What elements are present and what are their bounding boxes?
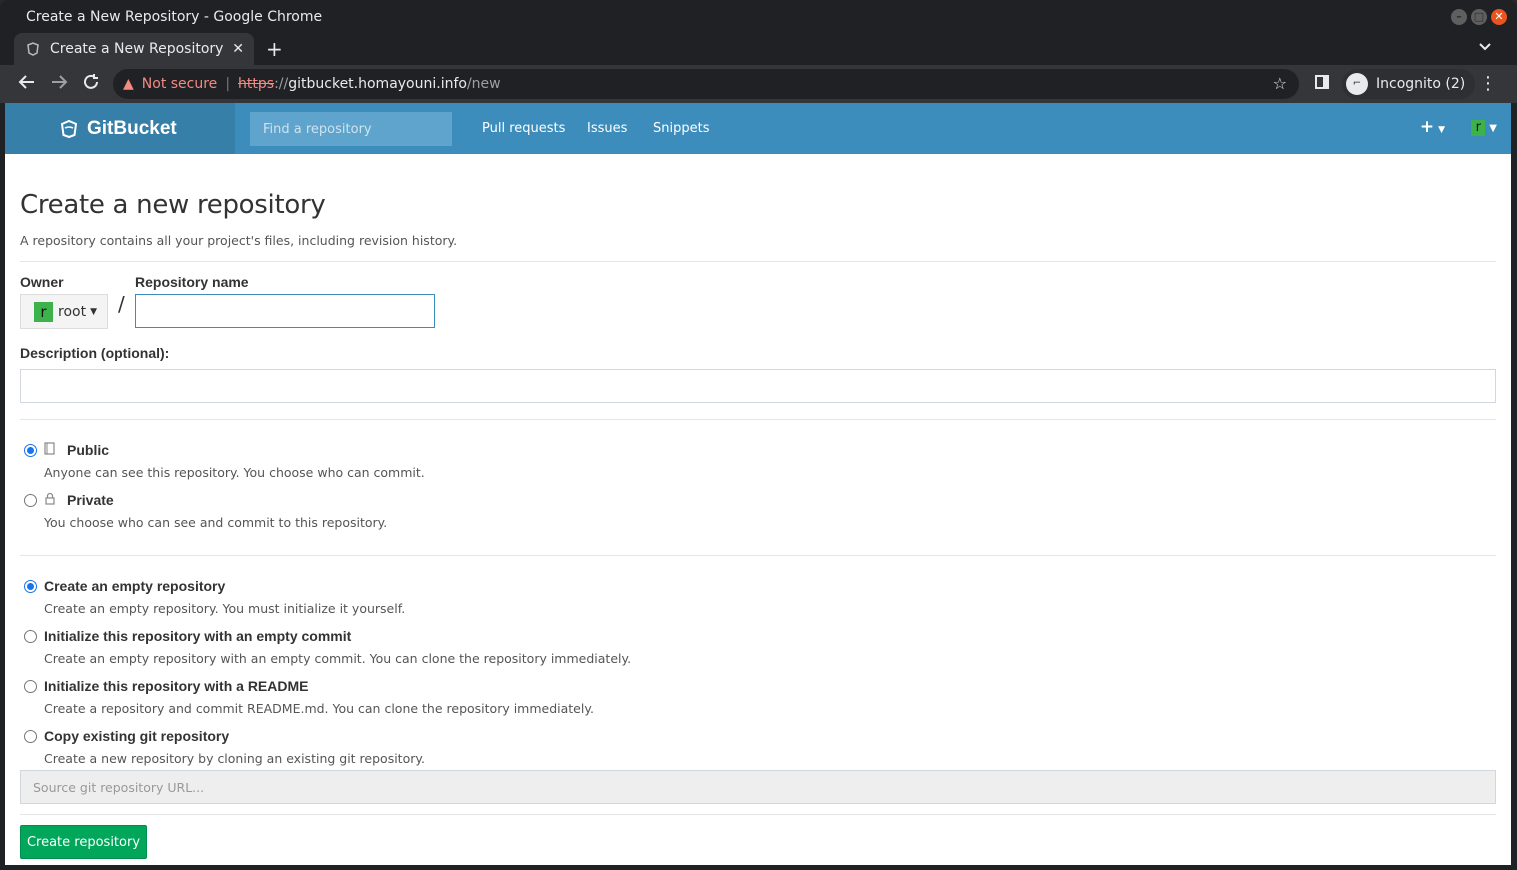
book-icon — [44, 442, 57, 458]
owner-avatar: r — [34, 301, 53, 322]
initialize-options: Create an empty repository Create an emp… — [20, 576, 1496, 771]
url-host: gitbucket.homayouni.info — [288, 76, 467, 92]
owner-name: root — [58, 303, 87, 320]
owner-repo-row: Owner Repository name r root ▼ / — [20, 262, 1496, 342]
init-option-empty-commit[interactable]: Initialize this repository with an empty… — [20, 626, 1496, 646]
init-option-copy[interactable]: Copy existing git repository — [20, 726, 1496, 746]
visibility-options: Public Anyone can see this repository. Y… — [20, 440, 1496, 535]
page-title: Create a new repository — [20, 190, 326, 220]
gitbucket-logo-icon — [59, 119, 79, 139]
page-subtitle: A repository contains all your project's… — [20, 233, 458, 248]
public-radio[interactable] — [24, 443, 37, 457]
create-repository-button[interactable]: Create repository — [20, 825, 147, 859]
back-arrow-icon[interactable] — [18, 73, 36, 96]
init-option-readme[interactable]: Initialize this repository with a README — [20, 676, 1496, 696]
url-scheme: https — [238, 76, 275, 92]
plus-icon: + — [1419, 117, 1435, 137]
init-empty-title: Create an empty repository — [44, 578, 226, 594]
init-empty-commit-title: Initialize this repository with an empty… — [44, 628, 352, 644]
description-input[interactable] — [20, 369, 1496, 403]
omnibox-separator: | — [225, 76, 231, 92]
incognito-label: Incognito (2) — [1376, 76, 1466, 92]
side-panel-icon[interactable] — [1315, 75, 1329, 89]
init-empty-commit-description: Create an empty repository with an empty… — [44, 651, 632, 666]
tab-title: Create a New Repository — [50, 41, 224, 57]
brand-name: GitBucket — [87, 117, 177, 139]
brand-logo-link[interactable]: GitBucket — [5, 103, 235, 154]
init-empty-radio[interactable] — [24, 579, 37, 593]
divider — [20, 419, 1496, 420]
repository-name-label: Repository name — [135, 274, 249, 290]
page-viewport: GitBucket Pull requests Issues Snippets … — [5, 103, 1511, 865]
visibility-private-option[interactable]: Private — [20, 490, 1496, 510]
browser-menu-icon[interactable]: ⋮ — [1479, 73, 1497, 94]
private-radio[interactable] — [24, 493, 37, 507]
user-menu-dropdown[interactable]: r ▼ — [1471, 120, 1497, 136]
maximize-button[interactable]: □ — [1471, 9, 1487, 25]
window-title: Create a New Repository - Google Chrome — [26, 8, 323, 25]
owner-label: Owner — [20, 274, 64, 290]
lock-icon — [44, 492, 57, 508]
tab-search-chevron-icon[interactable] — [1479, 39, 1491, 55]
caret-down-icon: ▼ — [90, 306, 97, 317]
bookmark-star-icon[interactable]: ☆ — [1273, 74, 1287, 93]
close-window-button[interactable]: ✕ — [1491, 9, 1507, 25]
divider — [20, 555, 1496, 556]
main-content: Create a new repository A repository con… — [5, 190, 1511, 859]
window-titlebar: Create a New Repository - Google Chrome … — [0, 0, 1517, 33]
init-copy-radio[interactable] — [24, 729, 37, 743]
init-option-empty[interactable]: Create an empty repository — [20, 576, 1496, 596]
gitbucket-navbar: GitBucket Pull requests Issues Snippets … — [5, 103, 1511, 154]
init-readme-description: Create a repository and commit README.md… — [44, 701, 594, 716]
init-copy-title: Copy existing git repository — [44, 728, 230, 744]
reload-icon[interactable] — [82, 73, 100, 96]
public-description: Anyone can see this repository. You choo… — [44, 465, 425, 480]
source-repository-url-input[interactable] — [20, 770, 1496, 804]
incognito-icon: ⌐ — [1346, 73, 1368, 95]
init-empty-description: Create an empty repository. You must ini… — [44, 601, 406, 616]
init-readme-title: Initialize this repository with a README — [44, 678, 309, 694]
tab-close-icon[interactable]: ✕ — [232, 41, 244, 57]
find-repository-input[interactable] — [250, 112, 452, 146]
visibility-public-option[interactable]: Public — [20, 440, 1496, 460]
incognito-indicator[interactable]: ⌐ Incognito (2) — [1342, 69, 1476, 99]
new-tab-icon[interactable]: + — [266, 37, 283, 61]
init-empty-commit-radio[interactable] — [24, 629, 37, 643]
nav-pull-requests-link[interactable]: Pull requests — [482, 121, 565, 136]
description-label: Description (optional): — [20, 345, 170, 361]
window-controls: – □ ✕ — [1451, 9, 1507, 25]
private-description: You choose who can see and commit to thi… — [44, 515, 388, 530]
divider — [20, 814, 1496, 815]
init-readme-radio[interactable] — [24, 679, 37, 693]
owner-dropdown[interactable]: r root ▼ — [20, 294, 108, 329]
not-secure-label: Not secure — [141, 76, 218, 92]
create-new-dropdown[interactable]: + ▼ — [1420, 117, 1445, 137]
private-title: Private — [67, 492, 114, 508]
browser-toolbar: ▲ Not secure | https :// gitbucket.homay… — [0, 65, 1517, 103]
url-path: /new — [466, 76, 501, 92]
public-title: Public — [67, 442, 110, 458]
minimize-button[interactable]: – — [1451, 9, 1467, 25]
url-scheme-separator: :// — [274, 76, 289, 92]
caret-down-icon: ▼ — [1438, 125, 1445, 135]
tab-create-repository[interactable]: Create a New Repository ✕ — [14, 33, 254, 65]
nav-snippets-link[interactable]: Snippets — [653, 121, 709, 136]
owner-repo-separator: / — [118, 292, 125, 316]
address-bar[interactable]: ▲ Not secure | https :// gitbucket.homay… — [113, 69, 1299, 99]
browser-window: Create a New Repository - Google Chrome … — [0, 0, 1517, 870]
init-copy-description: Create a new repository by cloning an ex… — [44, 751, 425, 766]
nav-issues-link[interactable]: Issues — [587, 121, 627, 136]
warning-icon: ▲ — [123, 76, 134, 92]
gitbucket-favicon-icon — [26, 42, 40, 56]
user-avatar: r — [1471, 120, 1486, 136]
forward-arrow-icon[interactable] — [50, 73, 68, 96]
caret-down-icon: ▼ — [1489, 122, 1497, 134]
repository-name-input[interactable] — [135, 294, 435, 328]
tab-strip: Create a New Repository ✕ + — [0, 33, 1517, 65]
